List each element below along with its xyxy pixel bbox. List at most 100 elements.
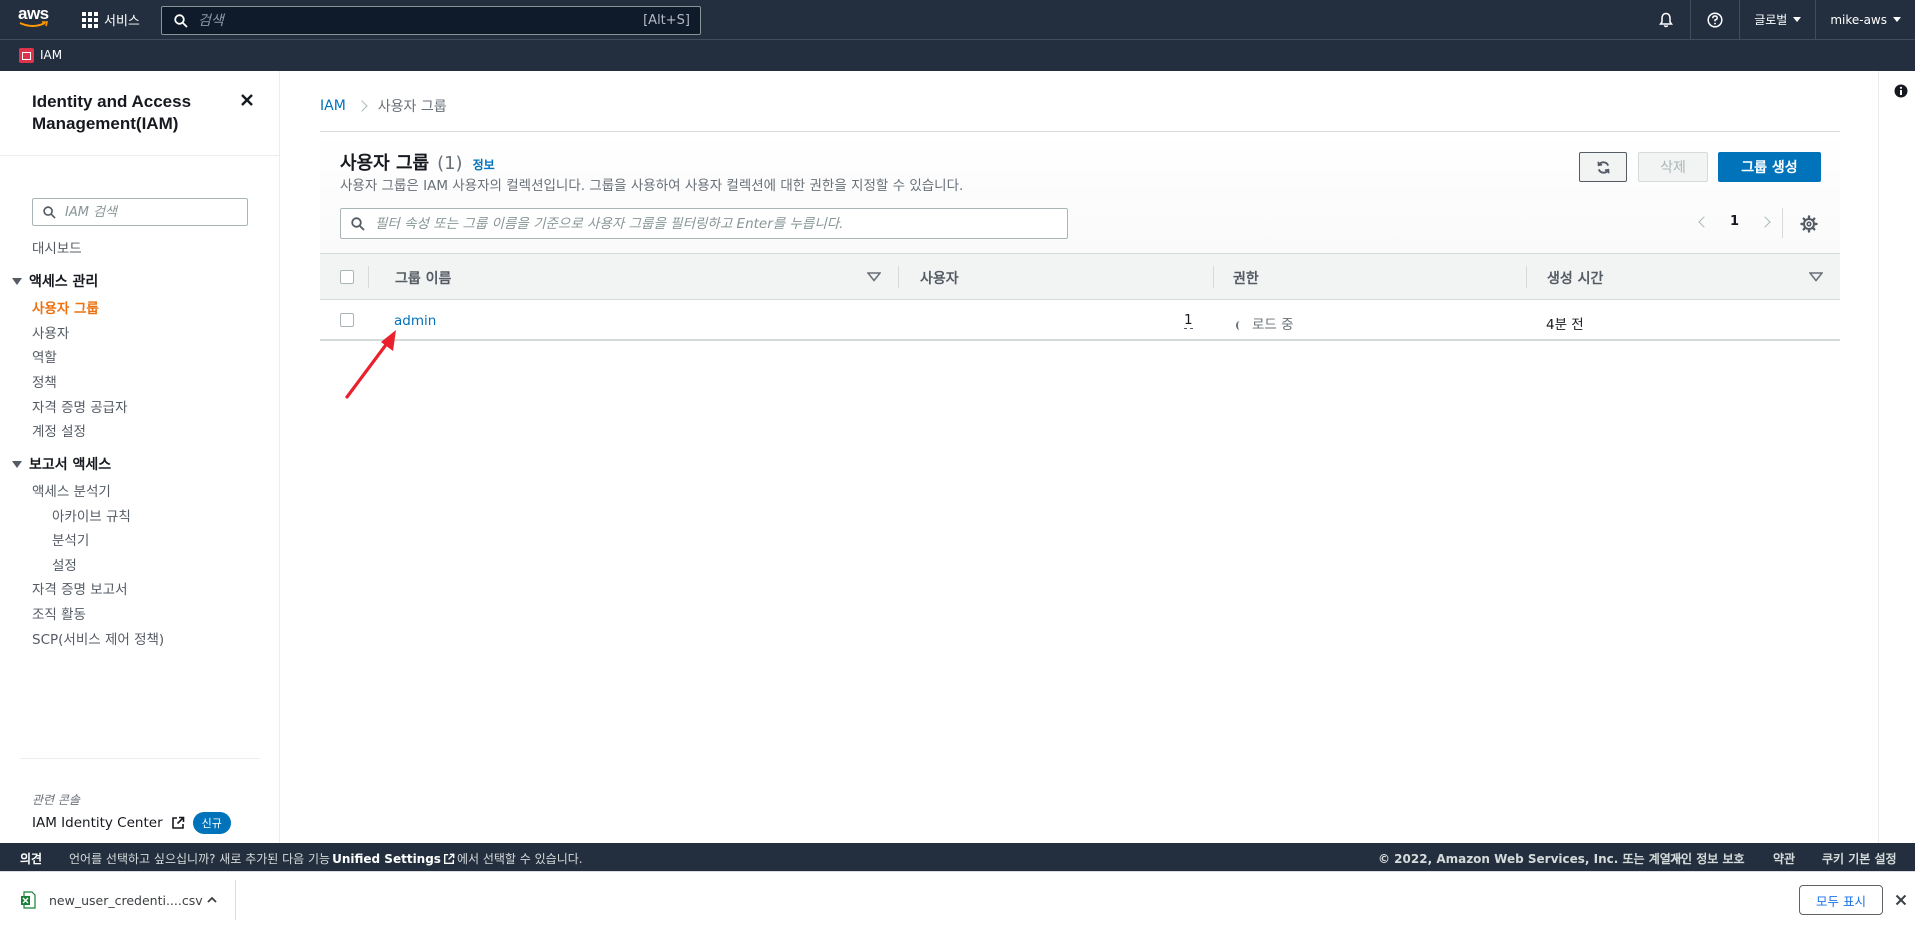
sidebar-item-user-groups[interactable]: 사용자 그룹 <box>32 297 99 317</box>
account-label: mike-aws <box>1830 12 1887 27</box>
sidebar-item-roles[interactable]: 역할 <box>32 346 57 366</box>
sort-descending-icon[interactable] <box>1809 272 1823 282</box>
caret-down-icon <box>12 277 22 285</box>
help-panel-rail <box>1878 71 1915 843</box>
sidebar-search-input[interactable] <box>65 202 235 222</box>
sidebar-item-archive-rules[interactable]: 아카이브 규칙 <box>52 505 131 525</box>
services-label: 서비스 <box>104 14 140 29</box>
sidebar-title: Identity and Access Management(IAM) <box>32 92 192 133</box>
gear-icon[interactable] <box>1800 215 1818 233</box>
panel-header: 사용자 그룹 (1) 정보 사용자 그룹은 IAM 사용자의 컬렉션입니다. 그… <box>320 131 1840 253</box>
nav-right-group: 글로벌 mike-aws <box>1642 0 1915 39</box>
column-header-users[interactable]: 사용자 <box>920 268 959 288</box>
sidebar-section-access-reports[interactable]: 보고서 액세스 <box>12 454 111 474</box>
new-badge: 신규 <box>192 812 231 834</box>
terms-link[interactable]: 약관 <box>1773 850 1795 867</box>
search-shortcut-hint: [Alt+S] <box>643 13 690 28</box>
iam-service-link[interactable]: IAM <box>40 48 62 62</box>
global-search[interactable]: [Alt+S] <box>161 6 701 35</box>
search-icon <box>43 206 56 219</box>
breadcrumb-current: 사용자 그룹 <box>377 99 447 115</box>
services-menu-button[interactable]: 서비스 <box>82 10 140 29</box>
annotation-arrow-icon <box>345 330 396 399</box>
sidebar-item-organization-activity[interactable]: 조직 활동 <box>32 603 86 623</box>
select-all-checkbox[interactable] <box>340 270 354 284</box>
page-number[interactable]: 1 <box>1730 214 1739 229</box>
chevron-down-icon <box>1793 17 1802 22</box>
region-menu[interactable]: 글로벌 <box>1740 11 1815 28</box>
help-button[interactable] <box>1705 10 1725 30</box>
sidebar: Identity and Access Management(IAM) 대시보드… <box>0 71 280 843</box>
user-groups-panel: 사용자 그룹 (1) 정보 사용자 그룹은 IAM 사용자의 컬렉션입니다. 그… <box>320 131 1840 343</box>
sidebar-item-identity-center[interactable]: IAM Identity Center 신규 <box>32 812 231 834</box>
cookie-preferences-link[interactable]: 쿠키 기본 설정 <box>1822 850 1897 867</box>
identity-center-label: IAM Identity Center <box>32 815 163 831</box>
sidebar-section-label: 보고서 액세스 <box>29 457 112 473</box>
external-link-icon <box>171 816 184 829</box>
unified-settings-link[interactable]: Unified Settings <box>332 852 441 866</box>
sort-descending-icon[interactable] <box>867 272 881 282</box>
show-all-downloads-button[interactable]: 모두 표시 <box>1799 885 1883 915</box>
sidebar-item-analyzer-settings[interactable]: 설정 <box>52 554 77 574</box>
sidebar-item-access-analyzer[interactable]: 액세스 분석기 <box>32 480 111 500</box>
sidebar-item-identity-providers[interactable]: 자격 증명 공급자 <box>32 396 128 416</box>
copyright: © 2022, Amazon Web Services, Inc. 또는 계열사… <box>1378 852 1687 866</box>
group-filter-input[interactable] <box>375 213 1055 234</box>
create-group-button[interactable]: 그룹 생성 <box>1718 152 1821 182</box>
sidebar-item-credential-report[interactable]: 자격 증명 보고서 <box>32 578 128 598</box>
page-title: 사용자 그룹 <box>340 153 430 174</box>
account-menu[interactable]: mike-aws <box>1816 13 1915 27</box>
sidebar-item-scp[interactable]: SCP(서비스 제어 정책) <box>32 628 164 648</box>
loading-spinner-icon <box>1236 321 1243 330</box>
search-icon <box>351 217 365 231</box>
download-bar: new_user_credenti....csv 모두 표시 <box>0 871 1915 928</box>
privacy-link[interactable]: 개인 정보 보호 <box>1670 850 1745 867</box>
column-header-permissions[interactable]: 권한 <box>1233 268 1259 288</box>
permissions-cell: 로드 중 <box>1236 313 1294 333</box>
sidebar-search[interactable] <box>32 198 248 226</box>
language-notice-text-after: 에서 선택할 수 있습니다. <box>456 852 583 866</box>
breadcrumb: IAM 사용자 그룹 <box>320 96 447 116</box>
services-grid-icon <box>82 11 98 28</box>
sidebar-item-policies[interactable]: 정책 <box>32 371 57 391</box>
close-icon[interactable] <box>240 93 254 107</box>
service-bar: IAM <box>0 39 1915 71</box>
excel-file-icon <box>21 891 36 909</box>
column-header-creation-time[interactable]: 생성 시간 <box>1547 268 1603 288</box>
feedback-button[interactable]: 의견 <box>20 850 42 867</box>
notifications-button[interactable] <box>1656 10 1676 30</box>
aws-logo[interactable]: aws <box>18 5 54 32</box>
sidebar-section-access-management[interactable]: 액세스 관리 <box>12 271 98 291</box>
global-search-input[interactable] <box>198 10 578 31</box>
column-divider <box>898 266 899 288</box>
sidebar-item-account-settings[interactable]: 계정 설정 <box>32 420 86 440</box>
refresh-button[interactable] <box>1579 152 1627 182</box>
chevron-right-icon[interactable] <box>1759 215 1771 228</box>
column-divider <box>1213 266 1214 288</box>
sidebar-section-label: 액세스 관리 <box>29 274 99 290</box>
sidebar-item-analyzers[interactable]: 분석기 <box>52 529 89 549</box>
column-header-group-name[interactable]: 그룹 이름 <box>395 268 451 288</box>
table-header: 그룹 이름 사용자 권한 생성 시간 <box>320 253 1840 300</box>
pagination: 1 <box>1698 214 1771 229</box>
table-row[interactable]: admin 1 로드 중 4분 전 <box>320 300 1840 341</box>
close-icon[interactable] <box>1894 893 1908 907</box>
group-users-count[interactable]: 1 <box>1184 313 1193 329</box>
sidebar-item-dashboard[interactable]: 대시보드 <box>32 237 82 257</box>
console-footer: 의견 언어를 선택하고 싶으십니까? 새로 추가된 다음 기능 Unified … <box>0 843 1915 871</box>
sidebar-item-users[interactable]: 사용자 <box>32 322 69 342</box>
iam-service-icon <box>19 48 34 63</box>
breadcrumb-iam-link[interactable]: IAM <box>320 98 346 114</box>
download-file-name[interactable]: new_user_credenti....csv <box>49 893 203 908</box>
panel-description: 사용자 그룹은 IAM 사용자의 컬렉션입니다. 그룹을 사용하여 사용자 컬렉… <box>340 178 964 194</box>
info-link[interactable]: 정보 <box>473 156 495 173</box>
aws-smile-icon <box>19 21 49 27</box>
chevron-left-icon[interactable] <box>1698 215 1710 228</box>
group-filter[interactable] <box>340 208 1068 239</box>
creation-time-cell: 4분 전 <box>1546 317 1584 333</box>
delete-button[interactable]: 삭제 <box>1638 152 1708 182</box>
chevron-up-icon[interactable] <box>206 894 218 906</box>
info-icon[interactable] <box>1894 84 1908 98</box>
region-label: 글로벌 <box>1754 13 1788 27</box>
column-divider <box>1526 266 1527 288</box>
